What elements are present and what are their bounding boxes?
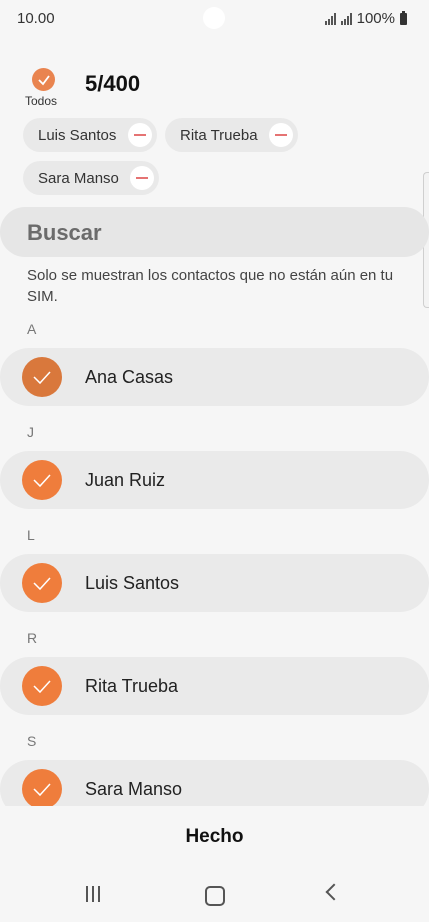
select-all-label: Todos [25, 94, 58, 108]
contact-name: Juan Ruiz [85, 470, 166, 490]
contact-row-sara-manso[interactable]: Sara Manso [0, 760, 429, 806]
search-input[interactable]: Buscar [0, 207, 429, 257]
back-icon[interactable] [325, 883, 343, 901]
chip-luis-santos[interactable]: Luis Santos [23, 118, 157, 152]
check-icon [33, 577, 51, 591]
contact-name: Sara Manso [85, 779, 183, 799]
status-icons: 100% [324, 10, 407, 27]
chip-sara-manso[interactable]: Sara Manso [23, 161, 159, 195]
contact-name: Rita Trueba [85, 676, 179, 696]
status-bar: 10.00 100% [0, 0, 429, 38]
contact-row-luis-santos[interactable]: Luis Santos [0, 554, 429, 612]
search-placeholder: Buscar [27, 220, 102, 245]
status-time: 10.00 [17, 10, 55, 27]
signal-icon-2 [340, 12, 352, 25]
battery-icon [400, 10, 407, 25]
contact-name: Luis Santos [85, 573, 180, 593]
done-button[interactable]: Hecho [0, 826, 429, 848]
info-notice: Solo se muestran los contactos que no es… [27, 267, 394, 305]
navigation-bar [0, 872, 429, 922]
select-all-checkbox[interactable] [32, 68, 55, 91]
contact-list: A Ana Casas J Juan Ruiz L Luis Santos R … [0, 310, 429, 806]
contact-row-juan-ruiz[interactable]: Juan Ruiz [0, 451, 429, 509]
remove-icon[interactable] [130, 166, 154, 190]
recent-apps-icon[interactable] [86, 886, 100, 902]
check-icon [33, 371, 51, 385]
contact-row-rita-trueba[interactable]: Rita Trueba [0, 657, 429, 715]
chip-label: Luis Santos [38, 126, 117, 144]
contact-checkbox[interactable] [22, 357, 62, 397]
selection-header: Todos 5/400 [0, 60, 429, 120]
chip-label: Sara Manso [38, 169, 119, 187]
remove-icon[interactable] [128, 123, 152, 147]
home-icon[interactable] [205, 886, 225, 906]
contact-name: Ana Casas [85, 367, 174, 387]
section-header: L [27, 527, 35, 543]
camera-cutout [203, 7, 225, 29]
contact-checkbox[interactable] [22, 666, 62, 706]
section-header: S [27, 733, 37, 749]
selection-count: 5/400 [85, 71, 141, 96]
check-icon [33, 474, 51, 488]
contact-checkbox[interactable] [22, 563, 62, 603]
remove-icon[interactable] [269, 123, 293, 147]
section-header: J [27, 424, 34, 440]
battery-percent: 100% [356, 10, 395, 27]
contact-row-ana-casas[interactable]: Ana Casas [0, 348, 429, 406]
section-header: R [27, 630, 38, 646]
check-icon [37, 74, 50, 85]
section-header: A [27, 321, 37, 337]
check-icon [33, 680, 51, 694]
chip-rita-trueba[interactable]: Rita Trueba [165, 118, 298, 152]
signal-icon [324, 12, 336, 25]
chip-label: Rita Trueba [180, 126, 258, 144]
contact-checkbox[interactable] [22, 769, 62, 806]
check-icon [33, 783, 51, 797]
contact-checkbox[interactable] [22, 460, 62, 500]
